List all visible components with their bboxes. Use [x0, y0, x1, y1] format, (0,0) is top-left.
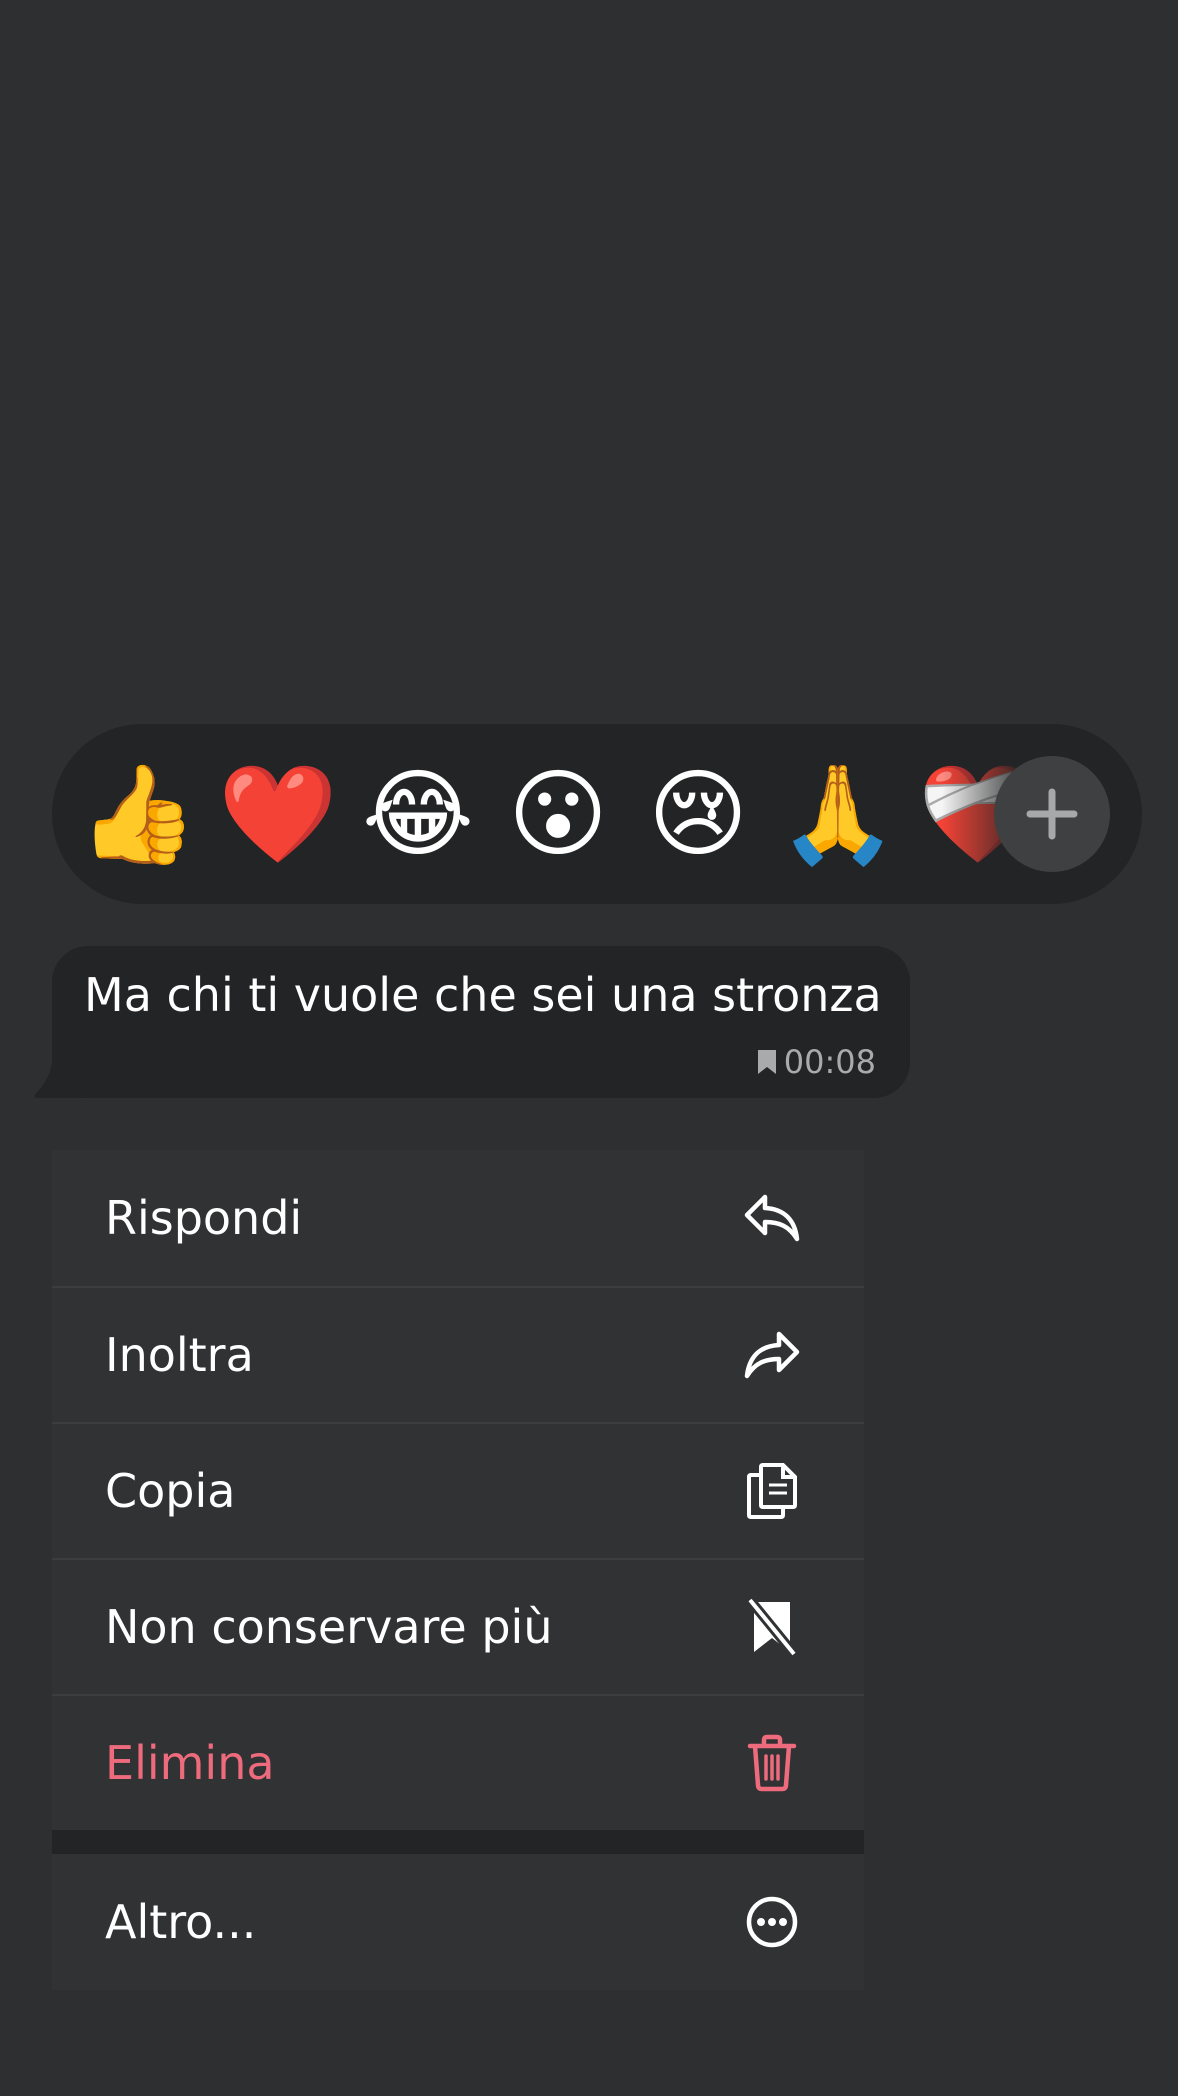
message-bubble[interactable]: Ma chi ti vuole che sei una stronza 00:0…	[52, 946, 910, 1098]
plus-icon	[1026, 788, 1078, 840]
message-meta: 00:08	[756, 1042, 876, 1082]
menu-item-label: Rispondi	[105, 1191, 303, 1245]
menu-item-label: Inoltra	[105, 1328, 254, 1382]
menu-item-label: Altro...	[105, 1895, 257, 1949]
menu-item-unsave[interactable]: Non conservare più	[52, 1558, 864, 1694]
menu-item-label: Elimina	[105, 1736, 275, 1790]
reaction-red-heart[interactable]: ❤️	[218, 724, 338, 904]
bookmark-icon	[757, 1050, 776, 1074]
unbookmark-icon	[742, 1597, 802, 1657]
copy-icon	[742, 1461, 802, 1521]
surprised-icon: 😮	[507, 758, 609, 870]
menu-item-copy[interactable]: Copia	[52, 1422, 864, 1558]
tears-of-joy-icon: 😂	[361, 758, 475, 870]
forward-icon	[742, 1325, 802, 1385]
reaction-crying[interactable]: 😢	[638, 724, 758, 904]
reaction-thumbs-up[interactable]: 👍	[78, 724, 198, 904]
trash-icon	[742, 1733, 802, 1793]
reaction-tears-of-joy[interactable]: 😂	[358, 724, 478, 904]
red-heart-icon: ❤️	[218, 758, 338, 870]
folded-hands-icon: 🙏	[778, 758, 898, 870]
thumbs-up-icon: 👍	[78, 758, 198, 870]
reaction-bar: 👍 ❤️ 😂 😮 😢 🙏 ❤️‍🩹	[52, 724, 1142, 904]
reaction-surprised[interactable]: 😮	[498, 724, 618, 904]
more-reactions-button[interactable]	[994, 756, 1110, 872]
menu-item-reply[interactable]: Rispondi	[52, 1150, 864, 1286]
message-text: Ma chi ti vuole che sei una stronza	[84, 968, 882, 1022]
crying-icon: 😢	[647, 758, 749, 870]
menu-item-forward[interactable]: Inoltra	[52, 1286, 864, 1422]
more-icon	[742, 1892, 802, 1952]
menu-item-delete[interactable]: Elimina	[52, 1694, 864, 1830]
reaction-folded-hands[interactable]: 🙏	[778, 724, 898, 904]
message-time: 00:08	[783, 1043, 876, 1081]
menu-separator	[52, 1830, 864, 1854]
context-menu: Rispondi Inoltra Copia Non conservare pi…	[52, 1150, 864, 1990]
menu-item-label: Copia	[105, 1464, 236, 1518]
reply-icon	[742, 1188, 802, 1248]
menu-item-label: Non conservare più	[105, 1600, 553, 1654]
chat-screen: 👍 ❤️ 😂 😮 😢 🙏 ❤️‍🩹 Ma chi ti vu	[0, 0, 1178, 2096]
menu-item-more[interactable]: Altro...	[52, 1854, 864, 1990]
